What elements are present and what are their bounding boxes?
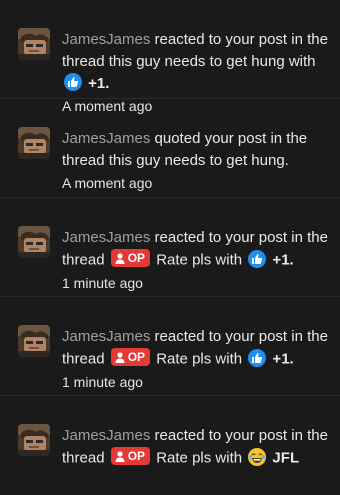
- avatar[interactable]: [18, 226, 50, 258]
- username-link[interactable]: JamesJames: [62, 130, 150, 147]
- like-icon: [64, 73, 82, 91]
- avatar[interactable]: [18, 28, 50, 60]
- message-text: Rate pls with: [152, 449, 247, 467]
- laugh-icon: [248, 447, 267, 466]
- person-icon: [115, 351, 125, 363]
- notification-list: JamesJames reacted to your post in the t…: [0, 0, 340, 495]
- message-text: Rate pls with: [152, 251, 247, 269]
- avatar[interactable]: [18, 127, 50, 159]
- reaction-label: +1.: [268, 350, 294, 368]
- timestamp: 1 minute ago: [62, 274, 143, 291]
- username-link[interactable]: JamesJames: [62, 427, 150, 444]
- like-icon: [248, 249, 267, 268]
- avatar[interactable]: [18, 424, 50, 456]
- notification-text[interactable]: JamesJames reacted to your post in the t…: [62, 326, 336, 393]
- notification-item[interactable]: JamesJames quoted your post in the threa…: [0, 99, 340, 198]
- op-badge-label: OP: [127, 350, 146, 364]
- username-link[interactable]: JamesJames: [62, 328, 150, 345]
- message-text: Rate pls with: [152, 350, 247, 368]
- op-badge-label: OP: [127, 449, 146, 463]
- op-badge-label: OP: [127, 251, 146, 265]
- notification-text[interactable]: JamesJames reacted to your post in the t…: [62, 425, 336, 470]
- notification-item[interactable]: JamesJames reacted to your post in the t…: [0, 297, 340, 396]
- notification-text[interactable]: JamesJames reacted to your post in the t…: [62, 227, 336, 294]
- timestamp: 1 minute ago: [62, 373, 143, 390]
- reaction-label: +1.: [268, 251, 294, 269]
- notification-item[interactable]: JamesJames reacted to your post in the t…: [0, 0, 340, 114]
- op-badge: OP: [110, 249, 151, 267]
- username-link[interactable]: JamesJames: [62, 31, 150, 48]
- notification-item[interactable]: JamesJames reacted to your post in the t…: [0, 396, 340, 495]
- person-icon: [115, 450, 125, 462]
- op-badge: OP: [110, 447, 151, 465]
- reaction-label: +1.: [84, 75, 110, 92]
- reaction-label: JFL: [268, 449, 300, 467]
- person-icon: [115, 252, 125, 264]
- username-link[interactable]: JamesJames: [62, 229, 150, 246]
- op-badge: OP: [110, 348, 151, 366]
- notification-item[interactable]: JamesJames reacted to your post in the t…: [0, 198, 340, 297]
- avatar[interactable]: [18, 325, 50, 357]
- notification-text[interactable]: JamesJames quoted your post in the threa…: [62, 128, 336, 194]
- like-icon: [248, 348, 267, 367]
- timestamp: A moment ago: [62, 175, 153, 191]
